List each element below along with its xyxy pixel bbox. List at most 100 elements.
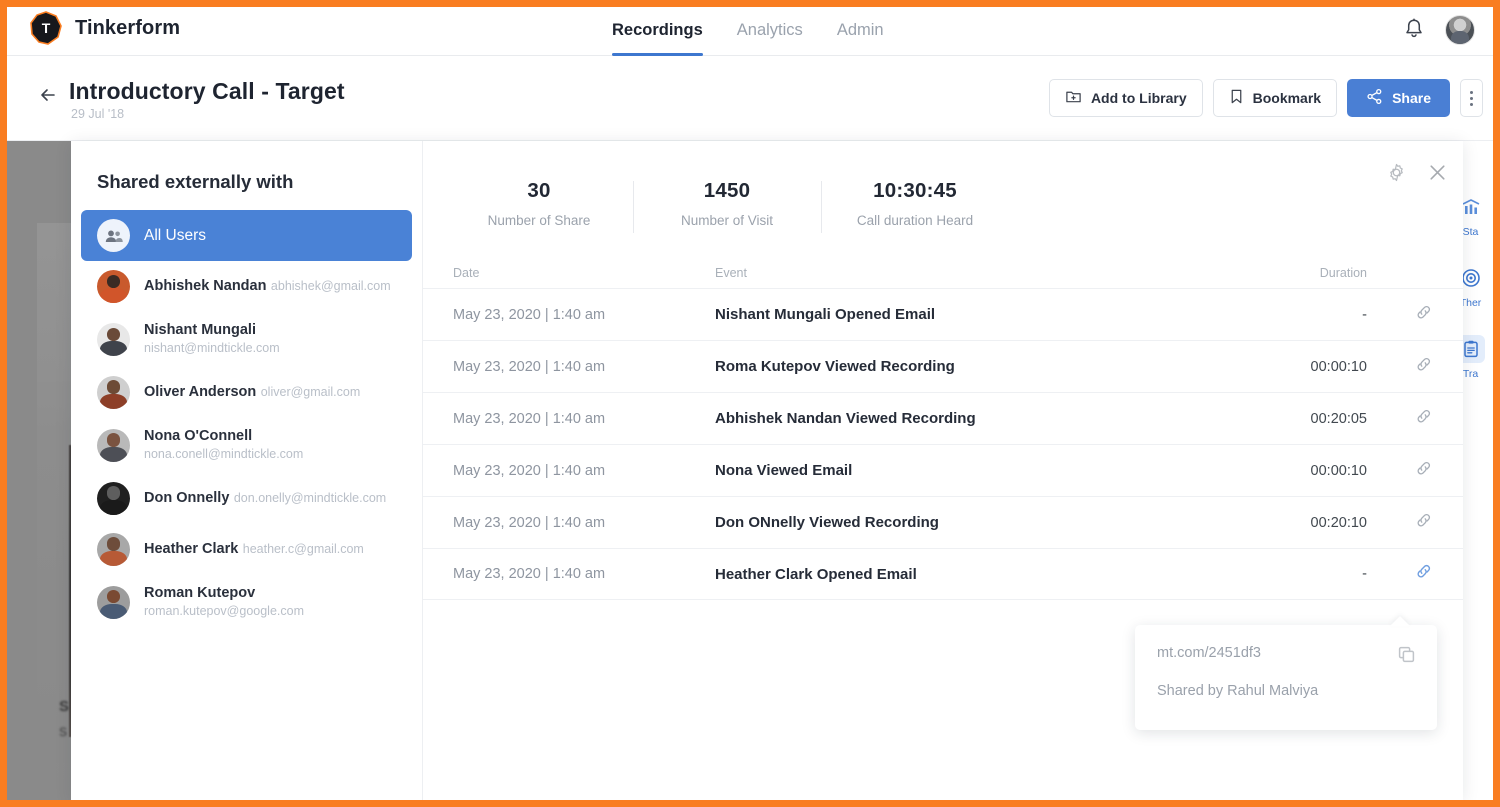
share-link-popover: mt.com/2451df3 Shared by Rahul Malviya bbox=[1135, 625, 1437, 730]
nav-tabs: Recordings Analytics Admin bbox=[612, 7, 918, 56]
user-texts: Nona O'Connell nona.conell@mindtickle.co… bbox=[144, 427, 396, 464]
cell-date: May 23, 2020 | 1:40 am bbox=[453, 566, 606, 582]
column-header-date: Date bbox=[453, 266, 480, 280]
stat-number-of-share: 30 Number of Share bbox=[445, 179, 633, 228]
table-row[interactable]: May 23, 2020 | 1:40 am Abhishek Nandan V… bbox=[423, 392, 1463, 444]
bookmark-label: Bookmark bbox=[1252, 90, 1322, 106]
link-icon[interactable] bbox=[1414, 562, 1433, 586]
stat-label: Number of Share bbox=[487, 213, 591, 228]
user-texts: Abhishek Nandan abhishek@gmail.com bbox=[144, 277, 391, 296]
sidebar-item-user[interactable]: Heather Clark heather.c@gmail.com bbox=[81, 524, 412, 575]
stat-label: Call duration Heard bbox=[856, 213, 974, 228]
events-table: Date Event Duration May 23, 2020 | 1:40 … bbox=[423, 258, 1463, 600]
stat-number-of-visit: 1450 Number of Visit bbox=[633, 179, 821, 233]
cell-date: May 23, 2020 | 1:40 am bbox=[453, 306, 606, 323]
add-to-folder-icon bbox=[1065, 88, 1082, 108]
popover-url: mt.com/2451df3 bbox=[1157, 645, 1261, 661]
settings-gear-icon[interactable] bbox=[1387, 163, 1406, 187]
table-row[interactable]: May 23, 2020 | 1:40 am Nona Viewed Email… bbox=[423, 444, 1463, 496]
link-icon[interactable] bbox=[1414, 459, 1433, 483]
tab-admin[interactable]: Admin bbox=[837, 7, 902, 56]
bookmark-button[interactable]: Bookmark bbox=[1212, 79, 1338, 117]
rail-label-stats: Sta bbox=[1462, 226, 1479, 238]
table-header-row: Date Event Duration bbox=[423, 258, 1463, 288]
sidebar-item-user[interactable]: Roman Kutepov roman.kutepov@google.com bbox=[81, 575, 412, 630]
link-icon[interactable] bbox=[1414, 407, 1433, 431]
popover-shared-by: Shared by Rahul Malviya bbox=[1157, 683, 1319, 699]
cell-date: May 23, 2020 | 1:40 am bbox=[453, 462, 606, 479]
table-row[interactable]: May 23, 2020 | 1:40 am Roma Kutepov View… bbox=[423, 340, 1463, 392]
sidebar-item-user[interactable]: Abhishek Nandan abhishek@gmail.com bbox=[81, 261, 412, 312]
shared-with-title: Shared externally with bbox=[97, 171, 294, 192]
app-stage: T Tinkerform Recordings Analytics Admin bbox=[7, 7, 1493, 800]
rail-label-transcript: Tra bbox=[1462, 368, 1479, 380]
sidebar-item-all-users[interactable]: All Users bbox=[81, 210, 412, 261]
sidebar-item-user[interactable]: Oliver Anderson oliver@gmail.com bbox=[81, 367, 412, 418]
avatar bbox=[97, 585, 130, 619]
share-label: Share bbox=[1392, 90, 1431, 106]
page-date: 29 Jul '18 bbox=[71, 107, 125, 121]
cell-link bbox=[1367, 407, 1433, 431]
cell-duration: 00:00:10 bbox=[1310, 462, 1367, 479]
sidebar-item-user[interactable]: Nishant Mungali nishant@mindtickle.com bbox=[81, 312, 412, 367]
add-to-library-label: Add to Library bbox=[1090, 90, 1187, 106]
shared-with-sidebar: Shared externally with All Users Abhishe… bbox=[71, 141, 423, 800]
cell-duration: - bbox=[1362, 566, 1367, 582]
user-email: don.onelly@mindtickle.com bbox=[233, 490, 387, 505]
link-icon[interactable] bbox=[1414, 303, 1433, 327]
brand-logo[interactable]: T Tinkerform bbox=[29, 11, 180, 45]
user-email: oliver@gmail.com bbox=[260, 385, 361, 399]
cell-link bbox=[1367, 511, 1433, 535]
cell-duration: 00:00:10 bbox=[1310, 358, 1367, 375]
user-texts: Heather Clark heather.c@gmail.com bbox=[144, 540, 364, 559]
share-button[interactable]: Share bbox=[1347, 79, 1450, 117]
cell-duration: - bbox=[1362, 306, 1367, 323]
table-row[interactable]: May 23, 2020 | 1:40 am Heather Clark Ope… bbox=[423, 548, 1463, 600]
bell-icon[interactable] bbox=[1403, 17, 1425, 43]
user-name: Nona O'Connell bbox=[144, 427, 253, 444]
user-name: Oliver Anderson bbox=[144, 384, 257, 400]
user-texts: Don Onnelly don.onelly@mindtickle.com bbox=[144, 489, 386, 508]
user-email: nona.conell@mindtickle.com bbox=[144, 447, 304, 461]
cell-date: May 23, 2020 | 1:40 am bbox=[453, 410, 606, 427]
avatar bbox=[97, 481, 130, 515]
copy-icon[interactable] bbox=[1397, 645, 1417, 670]
cell-date: May 23, 2020 | 1:40 am bbox=[453, 514, 606, 531]
user-name: Roman Kutepov bbox=[144, 584, 256, 601]
tab-recordings[interactable]: Recordings bbox=[612, 7, 721, 56]
user-name: Heather Clark bbox=[144, 540, 239, 557]
user-texts: All Users bbox=[144, 226, 206, 245]
top-navigation-bar: T Tinkerform Recordings Analytics Admin bbox=[7, 7, 1493, 56]
svg-text:T: T bbox=[42, 20, 51, 36]
close-x-icon[interactable] bbox=[1428, 163, 1447, 187]
add-to-library-button[interactable]: Add to Library bbox=[1048, 79, 1203, 117]
link-icon[interactable] bbox=[1414, 355, 1433, 379]
cell-link bbox=[1367, 303, 1433, 327]
user-texts: Roman Kutepov roman.kutepov@google.com bbox=[144, 584, 396, 621]
page-title: Introductory Call - Target bbox=[69, 78, 345, 104]
more-options-button[interactable] bbox=[1460, 79, 1483, 117]
stat-value: 30 bbox=[527, 179, 551, 202]
sidebar-item-user[interactable]: Nona O'Connell nona.conell@mindtickle.co… bbox=[81, 418, 412, 473]
table-row[interactable]: May 23, 2020 | 1:40 am Don ONnelly Viewe… bbox=[423, 496, 1463, 548]
link-icon[interactable] bbox=[1414, 511, 1433, 535]
cell-date: May 23, 2020 | 1:40 am bbox=[453, 358, 606, 375]
back-arrow-icon[interactable] bbox=[37, 84, 59, 106]
cell-event: Nona Viewed Email bbox=[715, 462, 853, 479]
user-avatar[interactable] bbox=[1445, 15, 1475, 45]
sidebar-item-user[interactable]: Don Onnelly don.onelly@mindtickle.com bbox=[81, 473, 412, 524]
analytics-panel: 30 Number of Share 1450 Number of Visit … bbox=[423, 141, 1463, 800]
tab-analytics[interactable]: Analytics bbox=[737, 7, 821, 56]
column-header-duration: Duration bbox=[1319, 266, 1367, 280]
stat-value: 10:30:45 bbox=[873, 179, 957, 202]
user-email: roman.kutepov@google.com bbox=[144, 603, 304, 618]
cell-event: Heather Clark Opened Email bbox=[715, 565, 917, 583]
sidebar-item-label: All Users bbox=[144, 226, 207, 244]
stat-label: Number of Visit bbox=[680, 213, 774, 228]
all-users-icon bbox=[97, 219, 130, 252]
modal-tools bbox=[1387, 163, 1447, 187]
table-row[interactable]: May 23, 2020 | 1:40 am Nishant Mungali O… bbox=[423, 288, 1463, 340]
stat-call-duration-heard: 10:30:45 Call duration Heard bbox=[821, 179, 1009, 233]
cell-event: Don ONnelly Viewed Recording bbox=[715, 514, 939, 531]
cell-event: Roma Kutepov Viewed Recording bbox=[715, 358, 955, 375]
